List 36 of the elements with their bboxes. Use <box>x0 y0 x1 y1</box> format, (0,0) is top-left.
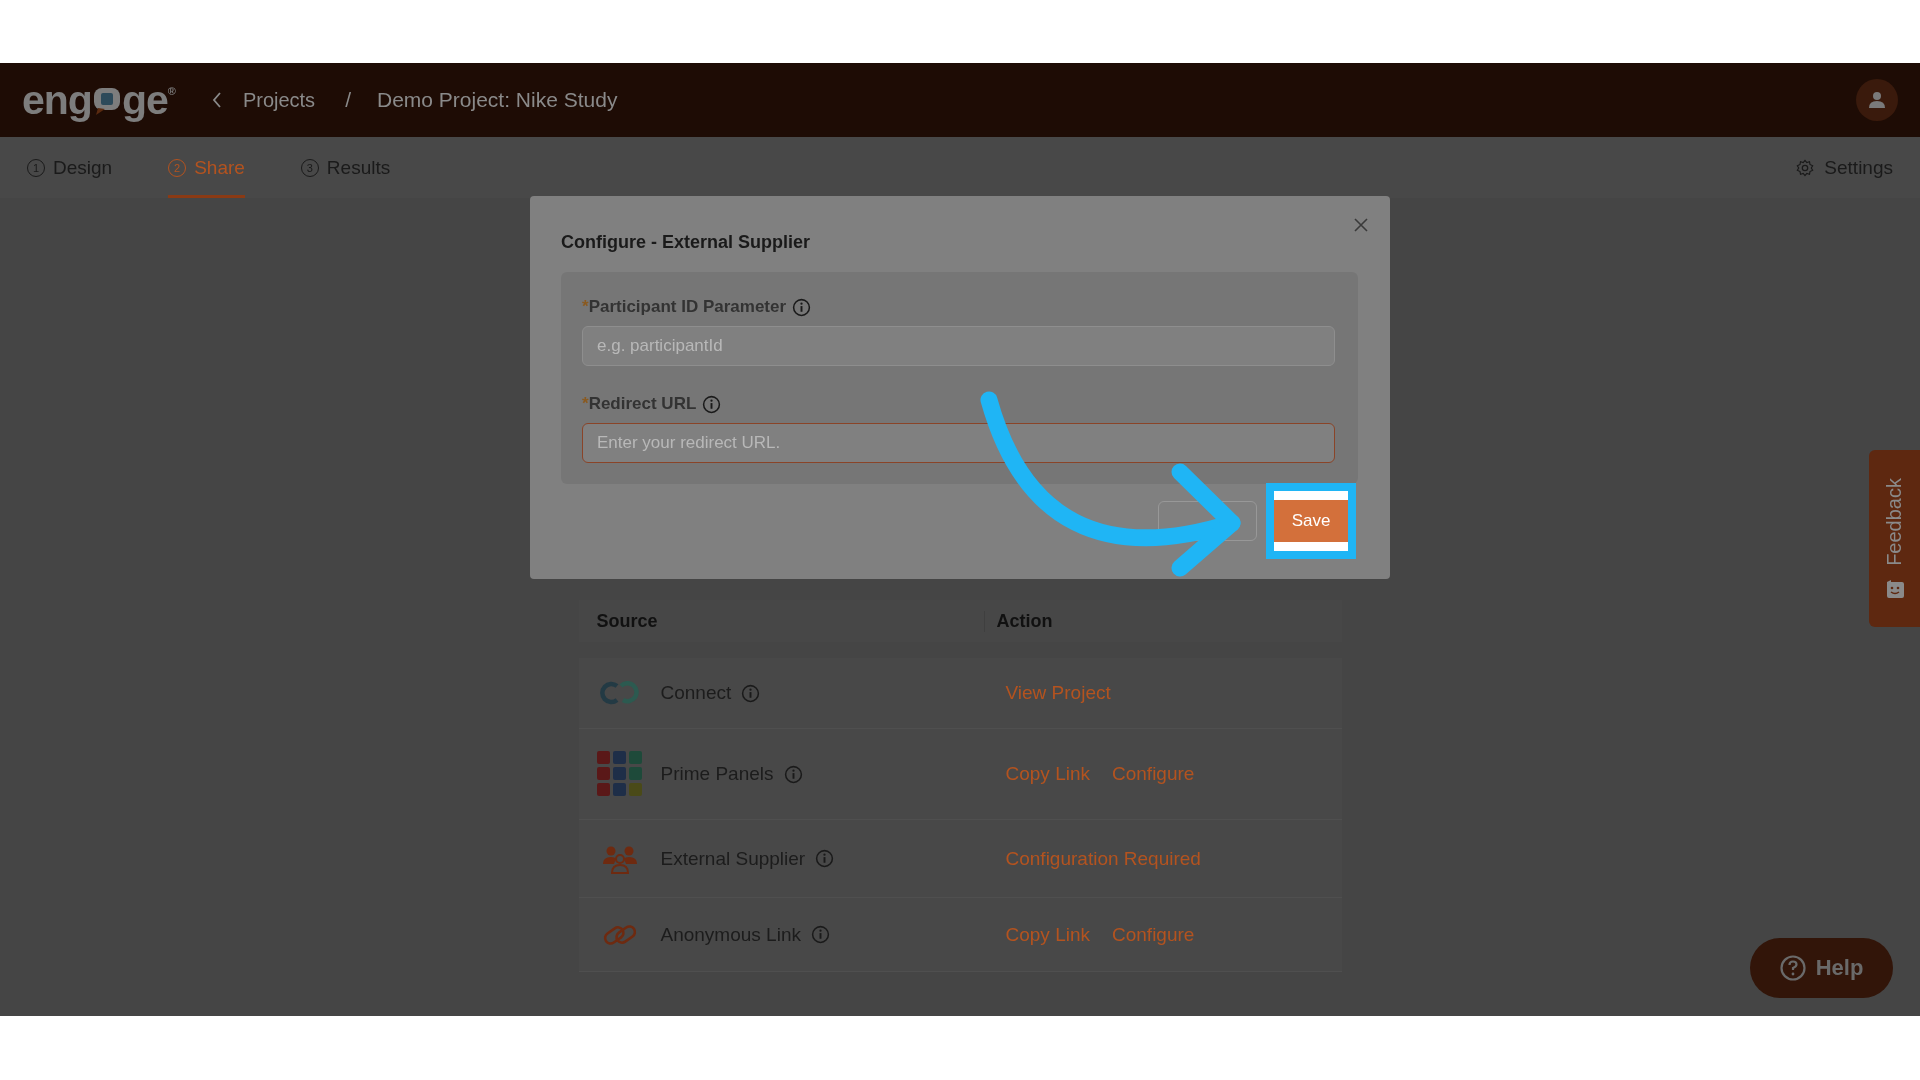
breadcrumb-separator: / <box>345 88 351 112</box>
required-mark: * <box>582 394 589 414</box>
info-icon <box>783 764 803 784</box>
help-button[interactable]: Help <box>1750 938 1893 998</box>
action-link[interactable]: Configuration Required <box>1005 847 1201 870</box>
logo-text: ge <box>121 76 168 124</box>
logo-text: eng <box>22 76 92 124</box>
text-field[interactable]: Enter your redirect URL. <box>582 423 1335 463</box>
required-mark: * <box>582 297 589 317</box>
registered-mark: ® <box>167 84 175 97</box>
action-link[interactable]: View Project <box>1005 682 1111 704</box>
info-icon <box>810 925 830 944</box>
field-label: Redirect URL <box>588 394 697 414</box>
colored-grid-icon <box>596 751 643 797</box>
text-field[interactable]: e.g. participantId <box>582 326 1335 366</box>
tab[interactable]: 2 Share <box>168 137 245 198</box>
help-icon <box>1779 955 1806 981</box>
info-icon <box>815 849 835 868</box>
smiley-icon <box>1884 579 1905 600</box>
info-icon <box>702 394 722 414</box>
user-avatar[interactable] <box>1856 79 1898 121</box>
action-link[interactable]: Copy Link <box>1005 923 1090 946</box>
action-link[interactable]: Configure <box>1112 763 1195 785</box>
feedback-tab[interactable]: Feedback <box>1869 450 1920 627</box>
info-icon <box>741 683 761 703</box>
close-icon[interactable] <box>1354 218 1368 232</box>
dialog-title: Configure - External Supplier <box>561 231 812 254</box>
settings-icon <box>1796 158 1815 177</box>
info-icon <box>792 297 812 317</box>
breadcrumb-link[interactable]: Projects <box>242 88 316 112</box>
field-label: Participant ID Parameter <box>588 297 787 317</box>
action-link[interactable]: Configure <box>1112 923 1195 946</box>
breadcrumb-current: Demo Project: Nike Study <box>376 88 618 112</box>
action-link[interactable]: Copy Link <box>1005 763 1090 785</box>
back-chevron-icon[interactable] <box>210 91 223 109</box>
save-button[interactable]: Save <box>1274 500 1348 542</box>
